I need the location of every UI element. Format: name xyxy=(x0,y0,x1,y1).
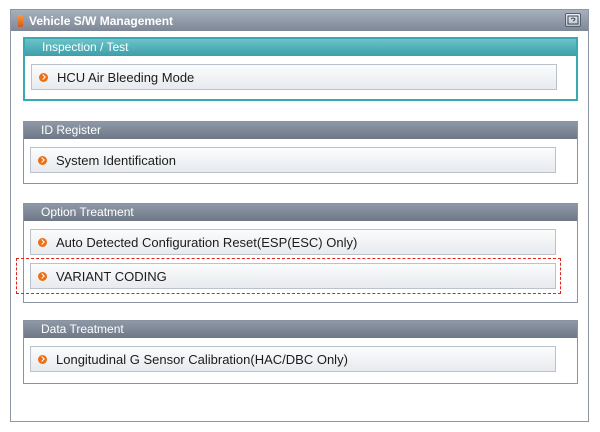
arrow-bullet-icon xyxy=(38,354,47,364)
arrow-bullet-icon xyxy=(38,155,47,165)
help-button[interactable] xyxy=(565,13,581,27)
group-data-treatment: Data Treatment Longitudinal G Sensor Cal… xyxy=(23,320,578,384)
arrow-bullet-icon xyxy=(39,72,48,82)
menu-item-label: Auto Detected Configuration Reset(ESP(ES… xyxy=(56,234,358,250)
group-header: Inspection / Test xyxy=(25,39,576,56)
group-inspection-test: Inspection / Test HCU Air Bleeding Mode xyxy=(23,37,578,101)
group-header: Option Treatment xyxy=(24,204,577,221)
menu-item-label: Longitudinal G Sensor Calibration(HAC/DB… xyxy=(56,351,348,367)
selection-outline xyxy=(16,258,561,294)
app-window: Vehicle S/W Management Inspection / Test… xyxy=(10,9,589,422)
menu-item-label: System Identification xyxy=(56,152,176,168)
menu-item-longitudinal-g-sensor-calibration[interactable]: Longitudinal G Sensor Calibration(HAC/DB… xyxy=(30,346,556,372)
title-bar: Vehicle S/W Management xyxy=(11,10,588,31)
app-icon xyxy=(18,14,23,27)
arrow-bullet-icon xyxy=(38,237,47,247)
group-id-register: ID Register System Identification xyxy=(23,121,578,184)
menu-item-hcu-air-bleeding[interactable]: HCU Air Bleeding Mode xyxy=(31,64,557,90)
menu-item-auto-detected-config-reset[interactable]: Auto Detected Configuration Reset(ESP(ES… xyxy=(30,229,556,255)
window-title: Vehicle S/W Management xyxy=(29,13,174,28)
menu-item-label: HCU Air Bleeding Mode xyxy=(57,69,195,85)
group-header: Data Treatment xyxy=(24,321,577,338)
group-header: ID Register xyxy=(24,122,577,139)
help-icon xyxy=(567,15,579,25)
menu-item-system-identification[interactable]: System Identification xyxy=(30,147,556,173)
